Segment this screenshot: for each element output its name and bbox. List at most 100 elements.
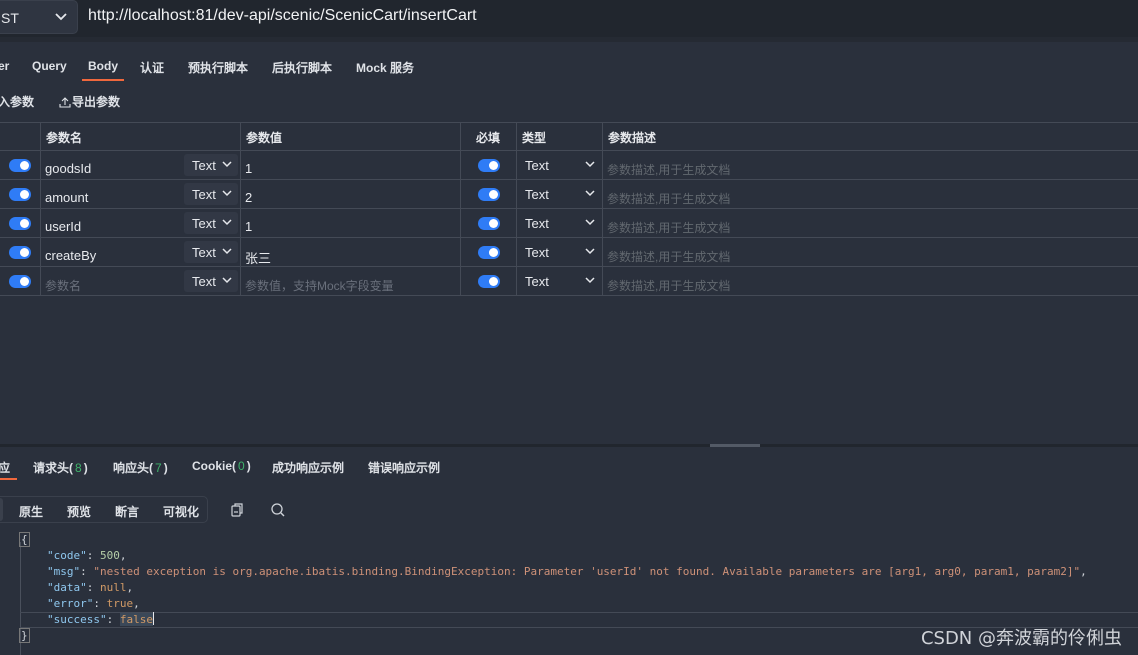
tab-header[interactable]: er bbox=[0, 59, 9, 73]
import-params-button[interactable]: 入参数 bbox=[0, 93, 34, 110]
enable-toggle[interactable] bbox=[9, 217, 31, 230]
tab-query[interactable]: Query bbox=[32, 59, 67, 73]
param-name-input[interactable]: 参数名 bbox=[45, 277, 81, 294]
required-toggle[interactable] bbox=[478, 217, 500, 230]
param-name-input[interactable]: goodsId bbox=[45, 161, 91, 176]
param-value-input[interactable]: 1 bbox=[245, 219, 252, 234]
chevron-down-icon bbox=[222, 277, 232, 284]
search-icon[interactable] bbox=[270, 502, 286, 518]
value-type-label: Text bbox=[192, 216, 216, 231]
enable-toggle[interactable] bbox=[9, 159, 31, 172]
value-type-select[interactable]: Text bbox=[184, 241, 238, 263]
tab-mock-service[interactable]: Mock 服务 bbox=[356, 59, 414, 76]
tab-label: 请求头( bbox=[33, 461, 73, 475]
description-input[interactable]: 参数描述,用于生成文档 bbox=[607, 190, 730, 207]
type-label: Text bbox=[525, 245, 549, 260]
export-params-button[interactable]: 导出参数 bbox=[59, 93, 120, 110]
chevron-down-icon bbox=[222, 161, 232, 168]
header-type: 类型 bbox=[522, 131, 547, 145]
header-description: 参数描述 bbox=[608, 131, 657, 145]
tab-cookie[interactable]: Cookie(0) bbox=[192, 459, 251, 473]
chevron-down-icon bbox=[222, 248, 232, 255]
value-type-select[interactable]: Text bbox=[184, 270, 238, 292]
view-mode-assert[interactable]: 断言 bbox=[115, 503, 139, 520]
url-input[interactable]: http://localhost:81/dev-api/scenic/Sceni… bbox=[88, 7, 477, 25]
description-input[interactable]: 参数描述,用于生成文档 bbox=[607, 277, 730, 294]
tab-success-example[interactable]: 成功响应示例 bbox=[272, 459, 344, 476]
required-toggle[interactable] bbox=[478, 159, 500, 172]
tab-error-example[interactable]: 错误响应示例 bbox=[368, 459, 440, 476]
tab-label: 响应头( bbox=[113, 461, 153, 475]
copy-icon[interactable] bbox=[229, 502, 245, 518]
param-name-input[interactable]: createBy bbox=[45, 248, 96, 263]
view-mode-preview[interactable]: 预览 bbox=[67, 503, 91, 520]
splitter-handle[interactable] bbox=[710, 444, 760, 447]
value-type-label: Text bbox=[192, 158, 216, 173]
enable-toggle[interactable] bbox=[9, 188, 31, 201]
chevron-down-icon bbox=[585, 190, 595, 197]
description-input[interactable]: 参数描述,用于生成文档 bbox=[607, 248, 730, 265]
description-input[interactable]: 参数描述,用于生成文档 bbox=[607, 219, 730, 236]
msg-value: "nested exception is org.apache.ibatis.b… bbox=[93, 565, 1081, 578]
code-line: "error": true, bbox=[47, 597, 140, 610]
watermark: CSDN @奔波霸的伶俐虫 bbox=[920, 628, 1122, 649]
request-tabs: er Query Body 认证 预执行脚本 后执行脚本 Mock 服务 bbox=[0, 42, 1138, 82]
table-row: userId Text 1 Text 参数描述,用于生成文档 bbox=[0, 209, 1138, 238]
type-select[interactable]: Text bbox=[517, 238, 601, 266]
tab-pre-script[interactable]: 预执行脚本 bbox=[188, 59, 248, 76]
type-select[interactable]: Text bbox=[517, 180, 601, 208]
close-brace: } bbox=[19, 628, 30, 643]
tab-suffix: ) bbox=[83, 461, 88, 475]
view-mode-raw[interactable]: 原生 bbox=[19, 503, 43, 520]
view-mode-pretty[interactable] bbox=[0, 498, 3, 521]
value-type-label: Text bbox=[192, 245, 216, 260]
text-cursor bbox=[152, 612, 154, 625]
param-value-input[interactable]: 张三 bbox=[245, 248, 271, 267]
panel-splitter bbox=[0, 444, 1138, 447]
param-name-input[interactable]: userId bbox=[45, 219, 81, 234]
method-select[interactable]: ST bbox=[0, 0, 78, 34]
type-select[interactable]: Text bbox=[517, 209, 601, 237]
data-value: null bbox=[100, 581, 127, 594]
success-value: false bbox=[119, 613, 153, 626]
tab-suffix: ) bbox=[163, 461, 168, 475]
tab-response[interactable]: 应 bbox=[0, 459, 18, 480]
type-label: Text bbox=[525, 216, 549, 231]
enable-toggle[interactable] bbox=[9, 246, 31, 259]
chevron-down-icon bbox=[585, 161, 595, 168]
tab-response-headers[interactable]: 响应头(7) bbox=[113, 459, 168, 476]
value-type-select[interactable]: Text bbox=[184, 183, 238, 205]
param-value-input[interactable]: 1 bbox=[245, 161, 252, 176]
table-row-new: 参数名 Text 参数值，支持Mock字段变量 Text 参数描述,用于生成文档 bbox=[0, 267, 1138, 296]
code-line: "code": 500, bbox=[47, 549, 127, 562]
required-toggle[interactable] bbox=[478, 188, 500, 201]
param-value-input[interactable]: 参数值，支持Mock字段变量 bbox=[245, 277, 394, 294]
enable-toggle[interactable] bbox=[9, 275, 31, 288]
header-value: 参数值 bbox=[246, 131, 283, 145]
code-line: "success": false bbox=[47, 612, 154, 626]
description-input[interactable]: 参数描述,用于生成文档 bbox=[607, 161, 730, 178]
chevron-down-icon bbox=[55, 13, 67, 21]
required-toggle[interactable] bbox=[478, 275, 500, 288]
param-name-input[interactable]: amount bbox=[45, 190, 88, 205]
count-badge: 8 bbox=[75, 461, 82, 475]
value-type-label: Text bbox=[192, 274, 216, 289]
tab-request-headers[interactable]: 请求头(8) bbox=[33, 459, 88, 476]
tab-body[interactable]: Body bbox=[82, 59, 124, 81]
param-value-input[interactable]: 2 bbox=[245, 190, 252, 205]
table-row: createBy Text 张三 Text 参数描述,用于生成文档 bbox=[0, 238, 1138, 267]
code-line: "data": null, bbox=[47, 581, 134, 594]
type-select[interactable]: Text bbox=[517, 151, 601, 179]
value-type-label: Text bbox=[192, 187, 216, 202]
required-toggle[interactable] bbox=[478, 246, 500, 259]
value-type-select[interactable]: Text bbox=[184, 212, 238, 234]
type-label: Text bbox=[525, 274, 549, 289]
view-mode-visualize[interactable]: 可视化 bbox=[163, 503, 199, 520]
chevron-down-icon bbox=[585, 277, 595, 284]
tab-auth[interactable]: 认证 bbox=[140, 59, 164, 76]
value-type-select[interactable]: Text bbox=[184, 154, 238, 176]
tab-label: Cookie( bbox=[192, 459, 237, 473]
tab-post-script[interactable]: 后执行脚本 bbox=[272, 59, 332, 76]
type-select[interactable]: Text bbox=[517, 267, 601, 295]
table-row: goodsId Text 1 Text 参数描述,用于生成文档 bbox=[0, 151, 1138, 180]
